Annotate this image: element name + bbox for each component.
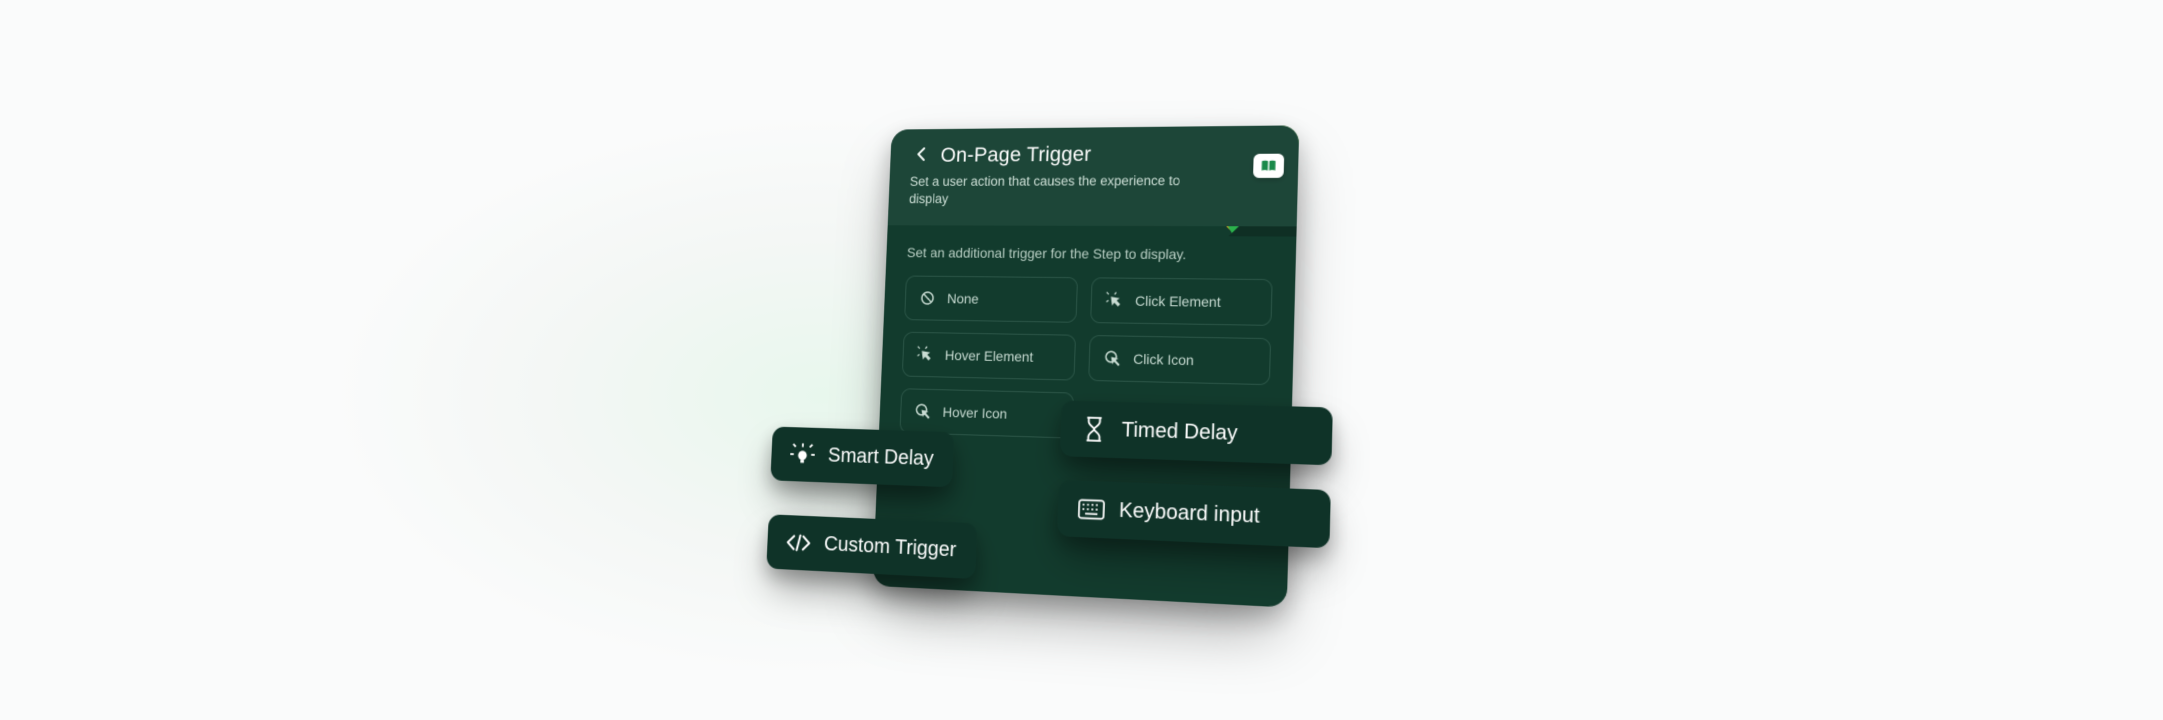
back-button[interactable] bbox=[910, 145, 931, 166]
option-label: Custom Trigger bbox=[823, 532, 956, 562]
book-icon bbox=[1260, 159, 1277, 173]
panel-header: On-Page Trigger Set a user action that c… bbox=[887, 125, 1299, 227]
option-label: None bbox=[946, 291, 978, 307]
option-label: Keyboard input bbox=[1118, 498, 1259, 528]
panel-subtitle: Set a user action that causes the experi… bbox=[908, 172, 1275, 209]
corner-decoration bbox=[1184, 125, 1298, 236]
hourglass-icon bbox=[1080, 415, 1107, 443]
help-button[interactable] bbox=[1253, 154, 1284, 178]
cursor-click-icon bbox=[1105, 292, 1123, 310]
option-click-element[interactable]: Click Element bbox=[1090, 278, 1273, 327]
option-label: Hover Icon bbox=[942, 404, 1007, 422]
option-label: Click Icon bbox=[1132, 351, 1193, 368]
panel-title: On-Page Trigger bbox=[940, 143, 1091, 167]
chevron-left-icon bbox=[915, 146, 927, 166]
none-icon bbox=[918, 290, 936, 308]
cursor-hover-icon bbox=[916, 346, 934, 364]
option-label: Timed Delay bbox=[1121, 418, 1238, 446]
target-click-icon bbox=[1103, 350, 1121, 368]
option-label: Hover Element bbox=[944, 348, 1033, 366]
keyboard-icon bbox=[1077, 495, 1104, 523]
helper-text: Set an additional trigger for the Step t… bbox=[906, 245, 1273, 263]
option-click-icon[interactable]: Click Icon bbox=[1088, 335, 1271, 385]
code-icon bbox=[785, 529, 811, 556]
option-custom-trigger[interactable]: Custom Trigger bbox=[766, 514, 977, 579]
option-timed-delay[interactable]: Timed Delay bbox=[1059, 400, 1332, 465]
option-label: Smart Delay bbox=[827, 444, 934, 471]
option-hover-element[interactable]: Hover Element bbox=[901, 332, 1075, 381]
option-smart-delay[interactable]: Smart Delay bbox=[770, 427, 954, 488]
lightbulb-icon bbox=[789, 441, 815, 468]
option-none[interactable]: None bbox=[904, 276, 1078, 323]
target-hover-icon bbox=[914, 403, 932, 421]
option-label: Click Element bbox=[1134, 293, 1220, 310]
